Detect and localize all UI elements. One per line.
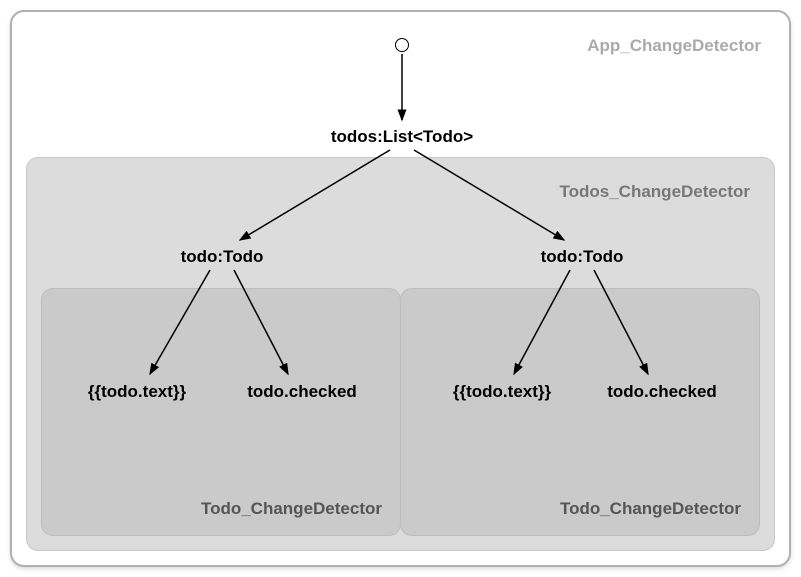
app-label: App_ChangeDetector: [587, 36, 761, 56]
todo-node-right: todo:Todo: [541, 247, 624, 267]
leaf-text-left: {{todo.text}}: [88, 382, 186, 402]
todos-changedetector-box: Todos_ChangeDetector Todo_ChangeDetector…: [26, 157, 775, 551]
todo-node-left: todo:Todo: [181, 247, 264, 267]
todo-changedetector-box-left: Todo_ChangeDetector: [41, 288, 401, 536]
todo-label-left: Todo_ChangeDetector: [201, 499, 382, 519]
leaf-text-right: {{todo.text}}: [453, 382, 551, 402]
root-circle: [395, 38, 409, 52]
leaf-checked-left: todo.checked: [247, 382, 357, 402]
todo-label-right: Todo_ChangeDetector: [560, 499, 741, 519]
app-changedetector-box: App_ChangeDetector todos:List<Todo> Todo…: [10, 10, 791, 567]
leaf-checked-right: todo.checked: [607, 382, 717, 402]
todo-changedetector-box-right: Todo_ChangeDetector: [400, 288, 760, 536]
todos-label: Todos_ChangeDetector: [560, 182, 751, 202]
root-node: todos:List<Todo>: [331, 127, 473, 147]
